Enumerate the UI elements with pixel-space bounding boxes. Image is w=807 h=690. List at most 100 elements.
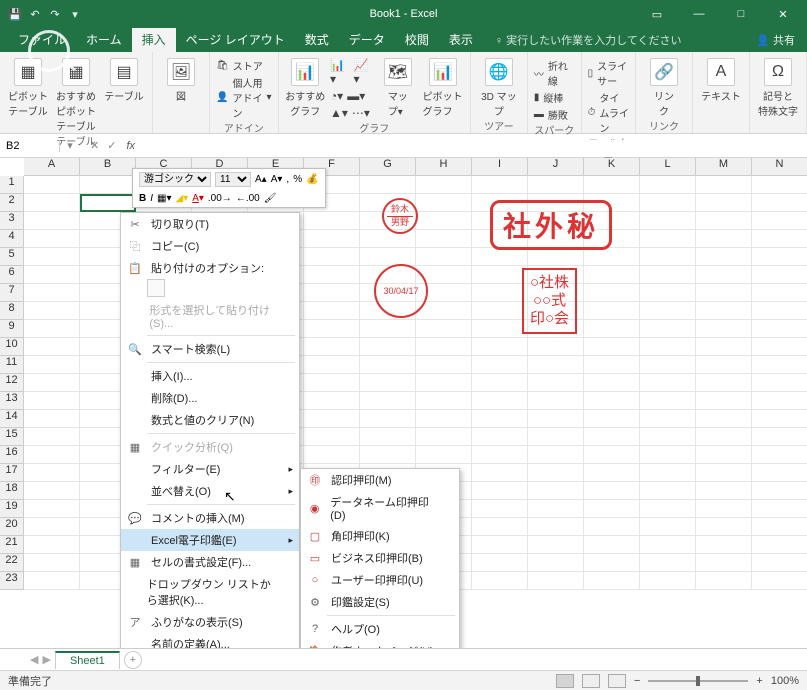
ctx-sort[interactable]: 並べ替え(O)▸ — [121, 480, 299, 502]
sparkline-winloss-button[interactable]: ▬ 勝敗 — [534, 107, 575, 122]
border-icon[interactable]: ▦▾ — [157, 193, 171, 204]
row-header-15[interactable]: 15 — [0, 428, 23, 446]
ctx-furigana[interactable]: アふりがなの表示(S) — [121, 611, 299, 633]
minimize-icon[interactable]: — — [679, 8, 719, 21]
ctx-copy[interactable]: ⿻コピー(C) — [121, 235, 299, 257]
view-page-layout-button[interactable] — [582, 674, 600, 688]
symbols-button[interactable]: Ω記号と 特殊文字 — [756, 54, 800, 118]
comma-style-icon[interactable]: , — [286, 174, 289, 185]
maps-button[interactable]: 🗺マップ▾ — [377, 54, 418, 118]
row-header-23[interactable]: 23 — [0, 572, 23, 590]
sub-kakuin[interactable]: ▢角印押印(K) — [301, 525, 459, 547]
tab-insert[interactable]: 挿入 — [132, 27, 176, 52]
row-header-8[interactable]: 8 — [0, 302, 23, 320]
illustrations-button[interactable]: 🖼図 — [159, 54, 203, 103]
slicer-button[interactable]: ▯ スライサー — [588, 58, 629, 88]
my-addins-button[interactable]: 👤個人用アドイン ▾ — [216, 75, 272, 120]
tab-pagelayout[interactable]: ページ レイアウト — [176, 27, 295, 52]
row-header-4[interactable]: 4 — [0, 230, 23, 248]
zoom-in-button[interactable]: + — [756, 675, 762, 687]
fill-color-icon[interactable]: ◢▾ — [175, 193, 188, 204]
chart-pie-icon[interactable]: ◔▾ — [330, 89, 343, 103]
share-button[interactable]: 👤 共有 — [744, 28, 807, 52]
recommended-charts-button[interactable]: 📊おすすめ グラフ — [285, 54, 326, 118]
sparkline-line-button[interactable]: 〰 折れ線 — [534, 58, 575, 88]
add-sheet-button[interactable]: + — [124, 651, 142, 669]
qat-dropdown-icon[interactable]: ▾ — [68, 7, 82, 21]
corporate-stamp[interactable]: ○社株 ○○式 印○会 — [522, 268, 577, 334]
col-header-I[interactable]: I — [472, 158, 528, 175]
bold-icon[interactable]: B — [139, 193, 146, 204]
col-header-J[interactable]: J — [528, 158, 584, 175]
undo-icon[interactable]: ↶ — [28, 7, 42, 21]
col-header-M[interactable]: M — [696, 158, 752, 175]
sheet-nav-next-icon[interactable]: ▶ — [42, 653, 50, 666]
fx-icon[interactable]: fx — [126, 140, 141, 152]
row-header-9[interactable]: 9 — [0, 320, 23, 338]
row-header-3[interactable]: 3 — [0, 212, 23, 230]
enter-formula-icon[interactable]: ✓ — [107, 139, 116, 152]
tab-review[interactable]: 校閲 — [395, 27, 439, 52]
row-header-20[interactable]: 20 — [0, 518, 23, 536]
sub-business[interactable]: ▭ビジネス印押印(B) — [301, 547, 459, 569]
row-header-12[interactable]: 12 — [0, 374, 23, 392]
mini-size-select[interactable]: 11 — [215, 172, 251, 187]
col-header-B[interactable]: B — [80, 158, 136, 175]
mini-font-select[interactable]: 游ゴシック — [139, 172, 211, 187]
sub-mitome[interactable]: ㊞認印押印(M) — [301, 469, 459, 491]
tab-home[interactable]: ホーム — [76, 27, 132, 52]
col-header-G[interactable]: G — [360, 158, 416, 175]
row-header-13[interactable]: 13 — [0, 392, 23, 410]
recommended-pivot-button[interactable]: ▦おすすめ ピボットテーブル — [54, 54, 98, 133]
row-header-10[interactable]: 10 — [0, 338, 23, 356]
row-header-22[interactable]: 22 — [0, 554, 23, 572]
sheet-nav-prev-icon[interactable]: ◀ — [30, 653, 38, 666]
tab-data[interactable]: データ — [339, 27, 395, 52]
zoom-level[interactable]: 100% — [771, 675, 799, 687]
row-header-14[interactable]: 14 — [0, 410, 23, 428]
decrease-decimal-icon[interactable]: ←.00 — [236, 193, 260, 204]
chart-col-icon[interactable]: 📊▾ — [330, 58, 350, 86]
pivot-table-button[interactable]: ▦ピボット テーブル — [6, 54, 50, 118]
row-header-21[interactable]: 21 — [0, 536, 23, 554]
pivot-chart-button[interactable]: 📊ピボットグラフ — [423, 54, 464, 118]
ctx-dropdown-list[interactable]: ドロップダウン リストから選択(K)... — [121, 573, 299, 611]
link-button[interactable]: 🔗リン ク — [642, 54, 686, 118]
name-box[interactable]: B2 — [0, 140, 60, 152]
chart-area-icon[interactable]: ▲▾ — [330, 106, 348, 120]
text-button[interactable]: Aテキスト — [699, 54, 743, 103]
confidential-stamp[interactable]: 社外秘 — [490, 200, 612, 250]
increase-decimal-icon[interactable]: .00→ — [208, 193, 232, 204]
sub-help[interactable]: ?ヘルプ(O) — [301, 618, 459, 640]
increase-font-icon[interactable]: A▴ — [255, 174, 267, 185]
row-header-19[interactable]: 19 — [0, 500, 23, 518]
format-painter-icon[interactable]: 🖌 — [264, 193, 277, 204]
accounting-format-icon[interactable]: 💰 — [306, 174, 318, 185]
row-header-6[interactable]: 6 — [0, 266, 23, 284]
tab-formulas[interactable]: 数式 — [295, 27, 339, 52]
namebox-dropdown-icon[interactable]: ▾ — [60, 139, 80, 152]
save-icon[interactable]: 💾 — [8, 7, 22, 21]
ctx-excel-einkan[interactable]: Excel電子印鑑(E)▸ — [121, 529, 299, 551]
sheet-tab-sheet1[interactable]: Sheet1 — [55, 651, 120, 669]
chart-line-icon[interactable]: 📈▾ — [354, 58, 374, 86]
row-header-16[interactable]: 16 — [0, 446, 23, 464]
chart-bar-icon[interactable]: ▬▾ — [347, 89, 365, 103]
ctx-filter[interactable]: フィルター(E)▸ — [121, 458, 299, 480]
date-stamp[interactable]: 30/04/17 — [374, 264, 428, 318]
row-header-2[interactable]: 2 — [0, 194, 23, 212]
col-header-A[interactable]: A — [24, 158, 80, 175]
ctx-format-cells[interactable]: ▦セルの書式設定(F)... — [121, 551, 299, 573]
sub-dataname[interactable]: ◉データネーム印押印(D) — [301, 491, 459, 525]
sparkline-column-button[interactable]: ▮ 縦棒 — [534, 90, 575, 105]
col-header-N[interactable]: N — [752, 158, 807, 175]
italic-icon[interactable]: I — [150, 193, 153, 204]
zoom-out-button[interactable]: − — [634, 675, 640, 687]
redo-icon[interactable]: ↷ — [48, 7, 62, 21]
table-button[interactable]: ▤テーブル — [102, 54, 146, 103]
ctx-insert-comment[interactable]: 💬コメントの挿入(M) — [121, 507, 299, 529]
row-header-18[interactable]: 18 — [0, 482, 23, 500]
view-normal-button[interactable] — [556, 674, 574, 688]
row-header-7[interactable]: 7 — [0, 284, 23, 302]
tab-view[interactable]: 表示 — [439, 27, 483, 52]
